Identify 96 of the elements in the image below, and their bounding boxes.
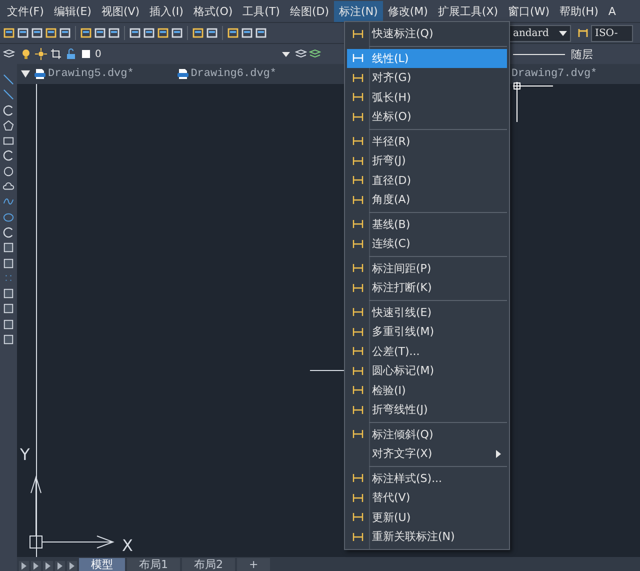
toolbar-icon[interactable] xyxy=(241,27,253,39)
arc-tool-icon[interactable] xyxy=(3,226,14,238)
ellipse-tool-icon[interactable] xyxy=(3,212,14,223)
menu-item[interactable]: 标注倾斜(Q) xyxy=(347,424,507,444)
toolbar-icon[interactable] xyxy=(80,27,92,39)
menu-bar-item[interactable]: 视图(V) xyxy=(96,0,145,22)
menu-item[interactable]: 标注打断(K) xyxy=(347,278,507,298)
menu-bar-item[interactable]: 窗口(W) xyxy=(503,0,555,22)
menu-item[interactable]: 半径(R) xyxy=(347,132,507,151)
menu-item[interactable]: 弧长(H) xyxy=(347,88,507,107)
tab-list-icon[interactable] xyxy=(21,70,30,78)
toolbar-icon[interactable] xyxy=(157,27,169,39)
color-swatch-icon xyxy=(80,48,92,60)
toolbar-icon[interactable] xyxy=(192,27,204,39)
menu-bar-item[interactable]: 扩展工具(X) xyxy=(432,0,504,22)
menu-item[interactable]: 快速引线(E) xyxy=(347,302,507,322)
menu-bar-item[interactable]: 工具(T) xyxy=(238,0,285,22)
toolbar-icon[interactable] xyxy=(59,27,71,39)
layer-tool-icon[interactable] xyxy=(295,48,307,60)
circle-tool-icon[interactable] xyxy=(3,166,14,177)
dimension-style-icon[interactable] xyxy=(577,27,589,39)
sun-icon xyxy=(35,48,47,60)
toolbar-icon[interactable] xyxy=(31,27,43,39)
toolbar-icon[interactable] xyxy=(171,27,183,39)
tab-nav-icon[interactable] xyxy=(31,561,41,571)
layer-name: 0 xyxy=(95,48,102,60)
menu-bar-item[interactable]: 插入(I) xyxy=(144,0,188,22)
layer-tool-icon[interactable] xyxy=(309,48,321,60)
tab-nav-icon[interactable] xyxy=(55,561,65,571)
menu-item[interactable]: 基线(B) xyxy=(347,214,507,234)
arc-tool-icon[interactable] xyxy=(3,104,14,116)
menu-bar-item[interactable]: 绘图(D) xyxy=(284,0,334,22)
menu-item[interactable]: 检验(I) xyxy=(347,380,507,400)
menu-bar-item[interactable]: 格式(O) xyxy=(188,0,238,22)
toolbar-icon[interactable] xyxy=(206,27,218,39)
toolbar-icon[interactable] xyxy=(3,27,15,39)
menu-bar-item[interactable]: 文件(F) xyxy=(2,0,49,22)
file-icon xyxy=(34,68,46,80)
tab-nav-icon[interactable] xyxy=(67,561,77,571)
menu-item[interactable]: 替代(V) xyxy=(347,488,507,508)
toolbar-icon[interactable] xyxy=(255,27,267,39)
menu-item[interactable]: 标注样式(S)... xyxy=(347,468,507,488)
frame-icon xyxy=(50,48,62,60)
menu-item[interactable]: 圆心标记(M) xyxy=(347,361,507,380)
bulb-icon xyxy=(20,48,32,60)
menu-item[interactable]: 折弯(J) xyxy=(347,151,507,170)
menu-bar-item[interactable]: 编辑(E) xyxy=(48,0,96,22)
menu-item[interactable]: 快速标注(Q) xyxy=(347,24,507,44)
menu-item[interactable]: 多重引线(M) xyxy=(347,322,507,342)
layout-tab[interactable]: 模型 xyxy=(79,558,125,571)
document-tab[interactable]: Drawing5.dvg* xyxy=(34,68,177,80)
menu-bar-item[interactable]: 帮助(H) xyxy=(554,0,604,22)
layout-tab[interactable]: 布局1 xyxy=(127,558,180,571)
spline-tool-icon[interactable] xyxy=(3,196,14,208)
linetype-dropdown[interactable]: 随层 xyxy=(513,46,633,62)
menu-item[interactable]: 公差(T)... xyxy=(347,342,507,361)
line-tool-icon[interactable] xyxy=(3,74,14,85)
caret-icon xyxy=(559,30,567,36)
toolbar-icon[interactable] xyxy=(227,27,239,39)
toolbar-icon[interactable] xyxy=(94,27,106,39)
document-tab[interactable]: Drawing6.dvg* xyxy=(176,68,320,80)
menu-item[interactable]: 重新关联标注(N) xyxy=(347,527,507,546)
cloud-tool-icon[interactable] xyxy=(3,181,14,192)
crosshair-cursor xyxy=(513,82,553,122)
menu-item[interactable]: 标注间距(P) xyxy=(347,258,507,278)
menu-item[interactable]: 连续(C) xyxy=(347,234,507,254)
menu-item[interactable]: 对齐文字(X) xyxy=(347,444,507,464)
tab-nav-icon[interactable] xyxy=(43,561,53,571)
lock-icon xyxy=(65,48,77,60)
y-axis-label: Y xyxy=(20,445,30,464)
menu-item[interactable]: 更新(U) xyxy=(347,508,507,527)
menu-item[interactable]: 坐标(O) xyxy=(347,107,507,126)
toolbar-icon[interactable] xyxy=(17,27,29,39)
rect-tool-icon[interactable] xyxy=(3,135,14,146)
dimension-style-dropdown[interactable]: ISO- xyxy=(591,24,633,42)
menu-item[interactable]: 直径(D) xyxy=(347,170,507,190)
polygon-tool-icon[interactable] xyxy=(3,120,14,131)
text-style-dropdown[interactable]: andard xyxy=(509,24,571,42)
layer-icon[interactable] xyxy=(3,48,15,60)
line-tool-icon[interactable] xyxy=(3,89,14,100)
layout-tab[interactable]: 布局2 xyxy=(182,558,235,571)
menu-bar-item[interactable]: 标注(N) xyxy=(334,0,383,22)
layout-tab[interactable]: + xyxy=(237,558,270,571)
arc-tool-icon[interactable] xyxy=(3,150,14,162)
toolbar-icon[interactable] xyxy=(129,27,141,39)
menu-item[interactable]: 折弯线性(J) xyxy=(347,400,507,420)
x-axis-label: X xyxy=(122,536,133,555)
menu-item[interactable]: 角度(A) xyxy=(347,190,507,210)
menu-bar-item[interactable]: A xyxy=(603,2,621,20)
toolbar-icon[interactable] xyxy=(45,27,57,39)
file-icon xyxy=(176,68,189,80)
toolbar-icon[interactable] xyxy=(108,27,120,39)
menu-bar-item[interactable]: 修改(M) xyxy=(382,0,433,22)
toolbar-icon[interactable] xyxy=(143,27,155,39)
caret-icon xyxy=(282,52,290,56)
tab-nav-icon[interactable] xyxy=(19,561,29,571)
